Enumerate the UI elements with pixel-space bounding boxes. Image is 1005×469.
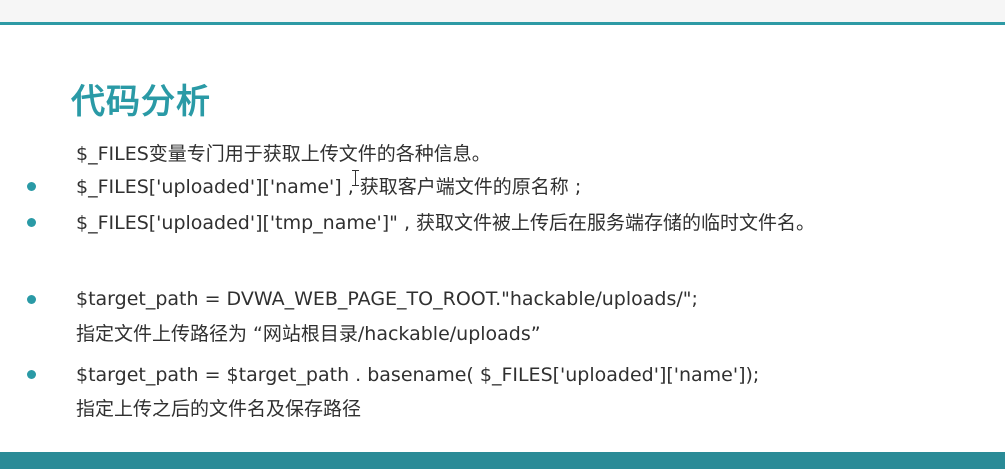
slide-title: 代码分析 — [71, 82, 211, 122]
bullet-icon — [27, 218, 36, 227]
basename-explanation: 指定上传之后的文件名及保存路径 — [76, 398, 362, 420]
intro-text: $_FILES变量专门用于获取上传文件的各种信息。 — [76, 143, 491, 165]
text-cursor-icon — [352, 170, 359, 186]
slide-bottom-bar — [0, 452, 1005, 469]
bullet-icon — [27, 295, 36, 304]
files-tmp-name-text: $_FILES['uploaded']['tmp_name']" , 获取文件被… — [76, 212, 816, 234]
bullet-icon — [27, 370, 36, 379]
slide-top-rule — [0, 22, 1005, 25]
basename-code: $target_path = $target_path . basename( … — [76, 364, 760, 386]
slide-top-shade — [0, 0, 1005, 22]
files-name-text: $_FILES['uploaded']['name'] , 获取客户端文件的原名… — [76, 176, 582, 198]
target-path-explanation: 指定文件上传路径为 “网站根目录/hackable/uploads” — [76, 323, 541, 345]
target-path-code: $target_path = DVWA_WEB_PAGE_TO_ROOT."ha… — [76, 288, 698, 310]
bullet-icon — [27, 182, 36, 191]
